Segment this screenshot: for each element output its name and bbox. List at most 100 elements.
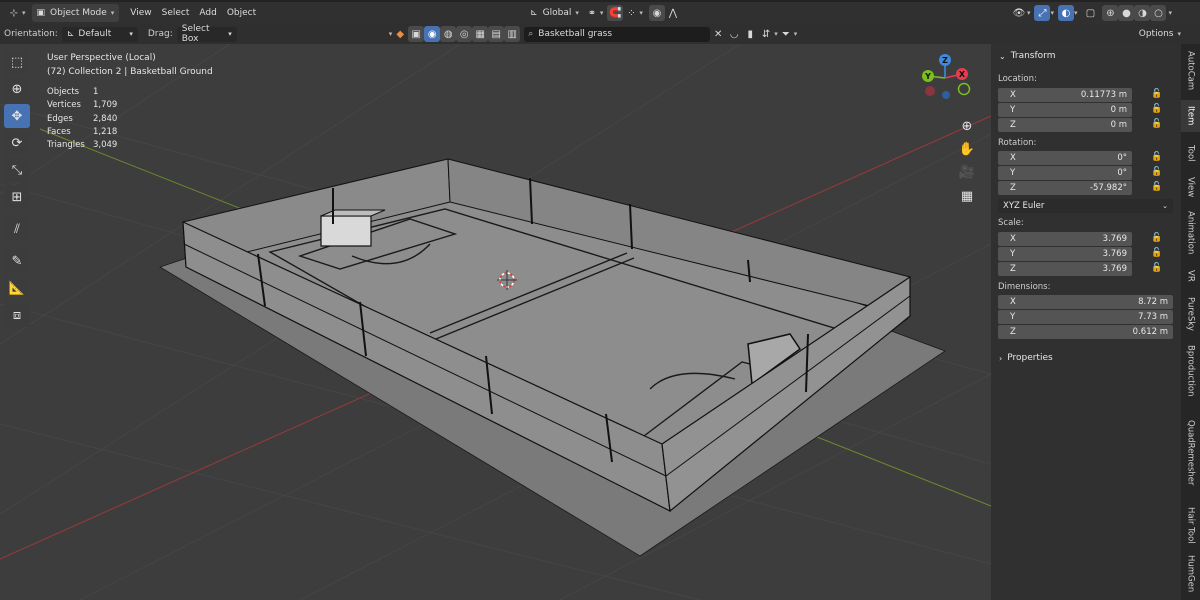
tab-vr[interactable]: VR [1181, 264, 1200, 288]
lock-icon[interactable]: 🔓 [1151, 182, 1162, 192]
rotation-y-field[interactable]: Y 0° [998, 166, 1132, 180]
filter-object-icon[interactable]: ◉ [424, 26, 441, 42]
tab-item[interactable]: Item [1181, 100, 1200, 132]
tab-quadremesher[interactable]: QuadRemesher [1181, 408, 1200, 498]
filter-brush-icon[interactable]: ▤ [488, 26, 505, 42]
location-y-field[interactable]: Y 0 m [998, 103, 1132, 117]
rotation-z-field[interactable]: Z -57.982° [998, 181, 1132, 195]
select-box-tool-icon[interactable]: ⬚ [4, 50, 30, 74]
lock-icon[interactable]: 🔓 [1151, 104, 1162, 114]
pivot-icon[interactable]: ⚭ [584, 5, 600, 21]
filter-all-icon[interactable]: ▣ [408, 26, 425, 42]
chevron-down-icon[interactable]: ▾ [1050, 9, 1054, 17]
filter-world-icon[interactable]: ◎ [456, 26, 473, 42]
lock-icon[interactable]: 🔓 [1151, 89, 1162, 99]
chevron-down-icon[interactable]: ▾ [639, 9, 643, 17]
tab-autocam[interactable]: AutoCam [1181, 48, 1200, 94]
clear-search-icon[interactable]: ✕ [710, 26, 726, 42]
asset-search-input[interactable]: ⌕ Basketball grass [524, 26, 711, 42]
viewport-scene[interactable] [0, 44, 991, 600]
dimensions-y-field[interactable]: Y 7.73 m [998, 310, 1173, 324]
snap-icon[interactable]: 🧲 [607, 5, 624, 21]
zoom-icon[interactable]: ⊕ [957, 116, 977, 136]
snap-target-icon[interactable]: ⁘ [623, 5, 639, 21]
pan-hand-icon[interactable]: ✋ [957, 139, 977, 159]
filter-image-icon[interactable]: ▥ [504, 26, 521, 42]
tab-tool[interactable]: Tool [1181, 138, 1200, 168]
tab-humgen[interactable]: HumGen [1181, 552, 1200, 596]
chevron-down-icon[interactable]: ▾ [600, 9, 604, 17]
menu-add[interactable]: Add [194, 4, 221, 22]
shading-material-icon[interactable]: ◑ [1134, 5, 1151, 21]
shading-wireframe-icon[interactable]: ⊕ [1102, 5, 1119, 21]
drag-dropdown[interactable]: Select Box ▾ [176, 24, 237, 44]
menu-select[interactable]: Select [157, 4, 195, 22]
gizmo-neg-z[interactable] [942, 91, 950, 99]
scale-y-field[interactable]: Y 3.769 [998, 247, 1132, 261]
orientation-dropdown[interactable]: ⊾ Default ▾ [61, 26, 138, 42]
chevron-down-icon[interactable]: ▾ [22, 9, 26, 17]
camera-view-icon[interactable]: 🎥 [957, 162, 977, 182]
gizmo-neg-y[interactable] [957, 82, 971, 96]
cursor-tool-icon[interactable]: ⊕ [4, 77, 30, 101]
rotate-tool-icon[interactable]: ⟳ [4, 131, 30, 155]
chevron-down-icon[interactable]: ▾ [794, 30, 798, 38]
menu-view[interactable]: View [125, 4, 156, 22]
proportional-edit-icon[interactable]: ◉ [648, 5, 665, 21]
properties-panel-header[interactable]: › Properties [999, 353, 1053, 363]
stat-value: 1,218 [93, 126, 118, 137]
transform-orientation-dropdown[interactable]: ⊾ Global ▾ [525, 4, 584, 22]
rotation-mode-dropdown[interactable]: XYZ Euler ⌄ [998, 199, 1173, 213]
chevron-down-icon[interactable]: ▾ [1074, 9, 1078, 17]
tab-puresky[interactable]: PureSky [1181, 292, 1200, 336]
asset-library-icon[interactable]: ◆ [392, 26, 408, 42]
location-x-field[interactable]: X 0.11773 m [998, 88, 1132, 102]
menu-object[interactable]: Object [222, 4, 261, 22]
lock-icon[interactable]: 🔓 [1151, 167, 1162, 177]
lock-icon[interactable]: 🔓 [1151, 263, 1162, 273]
move-tool-icon[interactable]: ✥ [4, 104, 30, 128]
navigation-gizmo[interactable]: Z X Y [914, 50, 978, 114]
chevron-down-icon[interactable]: ▾ [1027, 9, 1031, 17]
gizmo-toggle-icon[interactable]: ⤢ [1034, 5, 1051, 21]
filter-material-icon[interactable]: ◍ [440, 26, 457, 42]
lock-icon[interactable]: 🔓 [1151, 233, 1162, 243]
filter-icon[interactable]: ⏷ [778, 26, 794, 42]
lock-icon[interactable]: 🔓 [1151, 152, 1162, 162]
editor-type-icon[interactable]: ⊹ [6, 5, 22, 21]
options-dropdown[interactable]: Options ▾ [1134, 25, 1186, 43]
bookmark-icon[interactable]: ▮ [742, 26, 758, 42]
filter-node-icon[interactable]: ▦ [472, 26, 489, 42]
dimensions-x-field[interactable]: X 8.72 m [998, 295, 1173, 309]
sort-icon[interactable]: ⇵ [758, 26, 774, 42]
lock-icon[interactable]: 🔓 [1151, 119, 1162, 129]
xray-toggle-icon[interactable]: ▢ [1082, 5, 1098, 21]
overlays-toggle-icon[interactable]: ◐ [1057, 5, 1074, 21]
browse-icon[interactable]: ◡ [726, 26, 742, 42]
shading-solid-icon[interactable]: ● [1118, 5, 1135, 21]
lock-icon[interactable]: 🔓 [1151, 248, 1162, 258]
shading-rendered-icon[interactable]: ○ [1150, 5, 1167, 21]
add-cube-tool-icon[interactable]: ⧈ [4, 303, 30, 327]
visibility-icon[interactable]: 👁 [1011, 5, 1027, 21]
tab-bproduction[interactable]: Bproduction [1181, 340, 1200, 402]
tab-animation[interactable]: Animation [1181, 206, 1200, 260]
rotation-x-field[interactable]: X 0° [998, 151, 1132, 165]
scale-tool-icon[interactable]: ⤡ [4, 158, 30, 182]
dimensions-z-field[interactable]: Z 0.612 m [998, 325, 1173, 339]
tab-hair-tool[interactable]: Hair Tool [1181, 502, 1200, 548]
transform-tool-icon[interactable]: ⊞ [4, 185, 30, 209]
annotate-tool-icon[interactable]: ⫽ [4, 217, 30, 241]
transform-panel-header[interactable]: ⌄ Transform [999, 51, 1055, 61]
mode-dropdown[interactable]: ▣ Object Mode ▾ [31, 4, 120, 22]
falloff-icon[interactable]: ⋀ [665, 5, 681, 21]
chevron-down-icon[interactable]: ▾ [1168, 9, 1172, 17]
scale-x-field[interactable]: X 3.769 [998, 232, 1132, 246]
scale-z-field[interactable]: Z 3.769 [998, 262, 1132, 276]
tab-view[interactable]: View [1181, 172, 1200, 202]
perspective-toggle-icon[interactable]: ▦ [957, 186, 977, 206]
location-z-field[interactable]: Z 0 m [998, 118, 1132, 132]
draw-tool-icon[interactable]: ✎ [4, 249, 30, 273]
gizmo-neg-x[interactable] [925, 86, 935, 96]
measure-tool-icon[interactable]: 📐 [4, 276, 30, 300]
